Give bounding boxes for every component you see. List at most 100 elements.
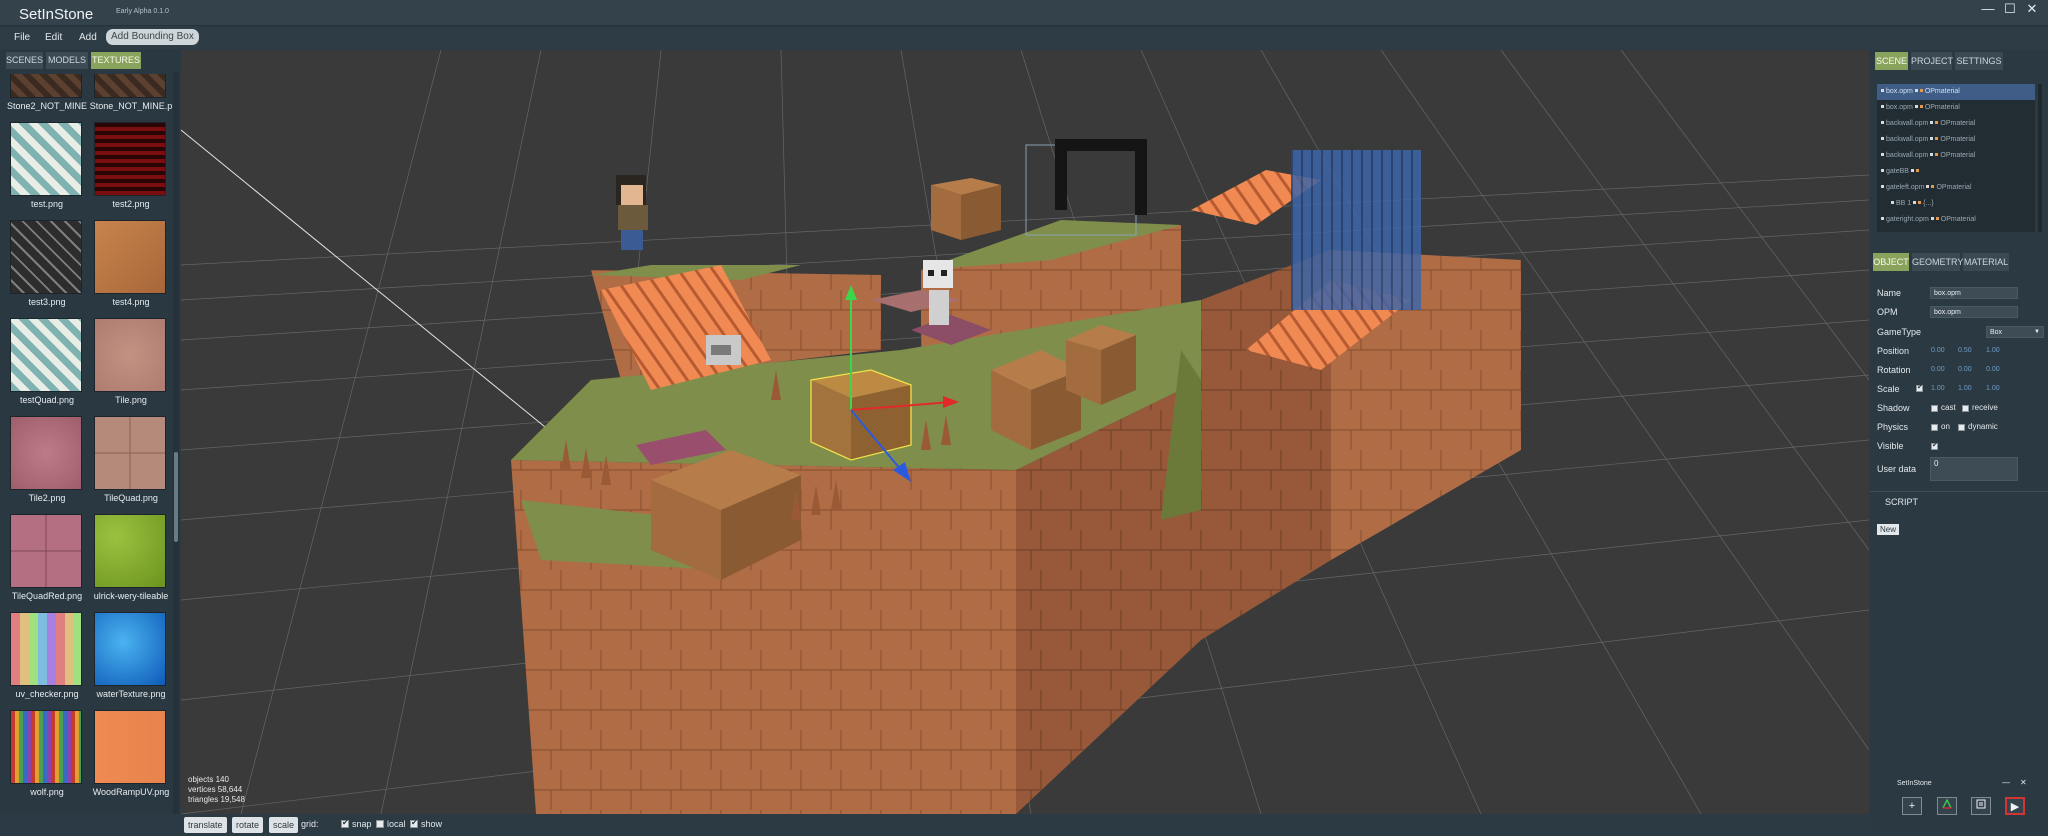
scene-render[interactable] [181,50,1869,814]
texture-item[interactable]: test.png [0,122,84,220]
show-checkbox[interactable] [410,818,418,828]
tab-scenes[interactable]: SCENES [6,52,43,69]
tab-settings[interactable]: SETTINGS [1955,52,2003,70]
pink-tile-texture[interactable] [10,416,82,490]
texture-item[interactable]: TileQuadRed.png [0,514,84,612]
tab-geometry[interactable]: GEOMETRY [1912,253,1963,271]
menu-edit[interactable]: Edit [45,32,62,43]
rotate-button[interactable]: rotate [232,817,264,833]
position-y[interactable]: 0.50 [1958,347,1972,354]
mesh-icon [1881,121,1884,125]
stone-texture[interactable] [10,74,82,98]
3d-viewport[interactable]: objects 140 vertices 58,644 triangles 19… [181,50,1869,814]
scene-tree-item[interactable]: backwall.opm OPmaterial [1877,116,2035,132]
play-icon[interactable]: ▶ [2005,797,2025,815]
red-plaid-texture[interactable] [94,122,166,196]
scene-tree-item[interactable]: gateleft.opm OPmaterial [1877,180,2035,196]
texture-item[interactable]: test3.png [0,220,84,318]
menu-add[interactable]: Add [79,32,97,43]
scene-tree-item[interactable]: gateright.opm OPmaterial [1877,212,2035,228]
texture-item[interactable]: Stone2_NOT_MINE [0,74,87,122]
scene-tree-item-material: {...} [1923,200,1934,207]
scrollbar[interactable] [173,72,179,814]
uniform-scale-checkbox[interactable] [1916,383,1923,392]
name-field[interactable]: box.opm [1930,287,2018,299]
tab-material[interactable]: MATERIAL [1963,253,2009,271]
opm-field[interactable]: box.opm [1930,306,2018,318]
scene-tree-item[interactable]: backwall.opm OPmaterial [1877,132,2035,148]
physics-label: Physics [1877,422,1909,432]
texture-item[interactable]: Stone_NOT_MINE.p [84,74,172,122]
texture-item[interactable]: wolf.png [0,710,84,808]
tab-textures[interactable]: TEXTURES [91,52,141,69]
scale-y[interactable]: 1.00 [1958,385,1972,392]
texture-item[interactable]: waterTexture.png [84,612,168,710]
physics-dynamic-checkbox[interactable] [1958,424,1965,431]
runtime-close-button[interactable]: ✕ [2020,778,2027,787]
tab-scene[interactable]: SCENE [1875,52,1908,70]
local-checkbox[interactable] [376,820,384,828]
scale-x[interactable]: 1.00 [1931,385,1945,392]
axes-icon[interactable] [1937,797,1957,815]
texture-item[interactable]: Tile2.png [0,416,84,514]
rotation-x[interactable]: 0.00 [1931,366,1945,373]
mesh-icon [1881,89,1884,93]
texture-item[interactable]: ulrick-wery-tileable [84,514,168,612]
texture-item[interactable]: WoodRampUV.png [84,710,169,808]
tab-project[interactable]: PROJECT [1911,52,1953,70]
visible-checkbox[interactable] [1931,441,1938,450]
scene-stats: objects 140 vertices 58,644 triangles 19… [188,775,245,805]
tab-models[interactable]: MODELS [46,52,88,69]
pink-tile-quad-texture[interactable] [10,514,82,588]
plaid-texture[interactable] [10,122,82,196]
tab-object[interactable]: OBJECT [1873,253,1909,271]
tile-texture[interactable] [94,318,166,392]
scrollbar[interactable] [2038,84,2042,232]
scene-tree-item[interactable]: box.opm OPmaterial [1877,100,2035,116]
userdata-field[interactable]: 0 [1930,457,2018,481]
add-bounding-box-button[interactable]: Add Bounding Box [106,29,199,45]
new-script-button[interactable]: New [1877,524,1900,535]
snap-checkbox[interactable] [341,818,349,828]
maximize-button[interactable]: ☐ [2000,1,2020,17]
texture-item[interactable]: TileQuad.png [84,416,168,514]
scale-button[interactable]: scale [269,817,299,833]
position-z[interactable]: 1.00 [1986,347,2000,354]
stone-texture[interactable] [94,74,166,98]
plaid-texture[interactable] [10,318,82,392]
uv-checker-texture[interactable] [10,612,82,686]
palette-stripes-texture[interactable] [10,710,82,784]
texture-item[interactable]: Tile.png [84,318,168,416]
texture-item[interactable]: test4.png [84,220,168,318]
shadow-receive-checkbox[interactable] [1962,405,1969,412]
add-icon[interactable]: + [1902,797,1922,815]
close-button[interactable]: ✕ [2022,1,2042,17]
water-texture[interactable] [94,612,166,686]
runtime-minimize-button[interactable]: — [2002,778,2010,787]
scene-tree-item[interactable]: BB 1 {...} [1877,196,2035,212]
scrollbar-thumb[interactable] [174,452,178,542]
minimize-button[interactable]: — [1978,1,1998,17]
tile-quad-texture[interactable] [94,416,166,490]
position-x[interactable]: 0.00 [1931,347,1945,354]
crate-texture[interactable] [94,220,166,294]
rotation-z[interactable]: 0.00 [1986,366,2000,373]
translate-button[interactable]: translate [184,817,227,833]
shadow-cast-checkbox[interactable] [1931,405,1938,412]
scale-z[interactable]: 1.00 [1986,385,2000,392]
list-icon[interactable] [1971,797,1991,815]
scene-tree-item[interactable]: box.opm OPmaterial [1877,84,2035,100]
texture-item[interactable]: test2.png [84,122,168,220]
orange-ramp-texture[interactable] [94,710,166,784]
scene-tree-item[interactable]: gateBB [1877,164,2035,180]
physics-on-checkbox[interactable] [1931,424,1938,431]
texture-item[interactable]: testQuad.png [0,318,84,416]
grass-texture[interactable] [94,514,166,588]
scene-tree-item[interactable]: backwall.opm OPmaterial [1877,148,2035,164]
herringbone-texture[interactable] [10,220,82,294]
gametype-select[interactable]: Box ▼ [1986,326,2044,338]
menu-file[interactable]: File [14,32,30,43]
node-icon [1910,169,1914,173]
rotation-y[interactable]: 0.00 [1958,366,1972,373]
texture-item[interactable]: uv_checker.png [0,612,84,710]
